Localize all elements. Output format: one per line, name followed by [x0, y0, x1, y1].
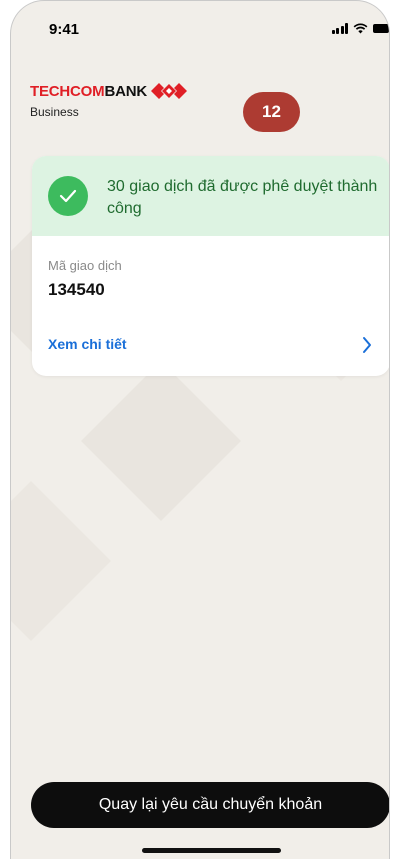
check-circle-icon: [48, 176, 88, 216]
phone-frame: 9:41 TECHCOMBANK Business 12 30 giao dịc…: [10, 0, 390, 859]
result-card: 30 giao dịch đã được phê duyệt thành côn…: [32, 156, 389, 376]
background-diamond-pattern: [11, 211, 389, 641]
success-message: 30 giao dịch đã được phê duyệt thành côn…: [107, 178, 378, 217]
cellular-signal-icon: [331, 23, 348, 34]
status-icons: [331, 23, 389, 34]
transaction-code-label: Mã giao dịch: [48, 258, 122, 273]
chevron-right-icon[interactable]: [362, 336, 372, 354]
step-number-badge: 12: [243, 92, 300, 132]
wifi-icon: [353, 23, 368, 34]
transaction-code-value: 134540: [48, 280, 105, 299]
brand-logo: TECHCOMBANK Business: [30, 81, 187, 119]
battery-icon: [373, 24, 389, 33]
back-to-transfer-request-button[interactable]: Quay lại yêu cầu chuyển khoản: [31, 782, 389, 828]
brand-subtitle: Business: [30, 105, 79, 119]
status-time: 9:41: [49, 21, 80, 38]
view-details-label[interactable]: Xem chi tiết: [48, 336, 127, 352]
status-bar: 9:41: [11, 19, 389, 43]
home-indicator[interactable]: [142, 848, 281, 853]
brand-name: TECHCOMBANK: [30, 82, 147, 100]
success-banner: 30 giao dịch đã được phê duyệt thành côn…: [32, 156, 389, 236]
view-details-link[interactable]: Xem chi tiết: [32, 328, 389, 362]
techcombank-diamond-logo-icon: [150, 83, 187, 99]
